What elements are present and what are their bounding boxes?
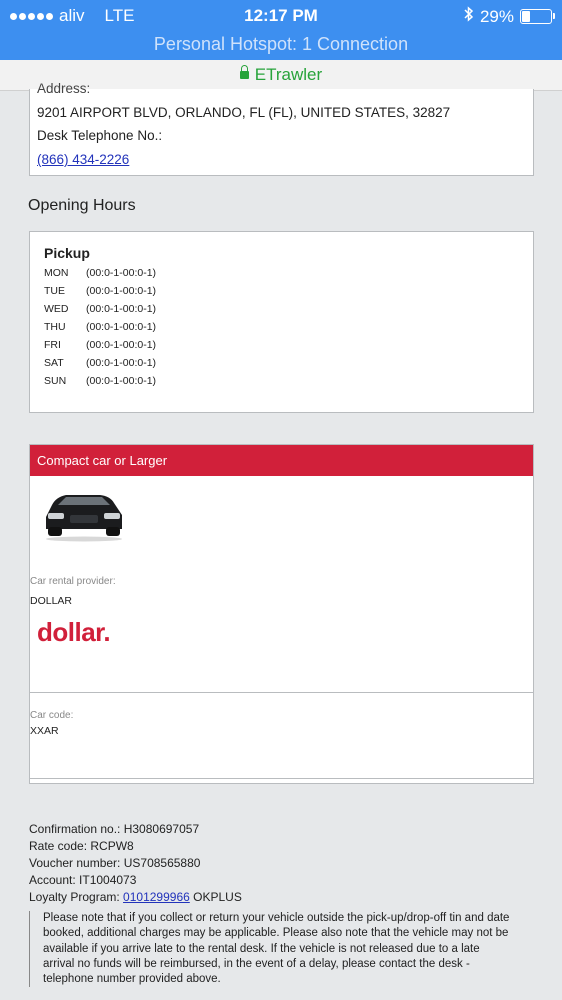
provider-label: Car rental provider: bbox=[30, 576, 116, 587]
phone-label: Desk Telephone No.: bbox=[37, 128, 163, 143]
hours-row: TUE (00:0-1-00:0-1) bbox=[44, 285, 156, 297]
booking-details: Confirmation no.: H3080697057 Rate code:… bbox=[29, 822, 242, 907]
day-label: THU bbox=[44, 321, 66, 333]
address-card: Address: 9201 AIRPORT BLVD, ORLANDO, FL … bbox=[29, 81, 534, 176]
divider bbox=[30, 692, 533, 693]
divider bbox=[30, 778, 533, 779]
car-code-value: XXAR bbox=[30, 725, 59, 737]
hotspot-banner[interactable]: Personal Hotspot: 1 Connection bbox=[0, 34, 562, 55]
hours-value: (00:0-1-00:0-1) bbox=[86, 285, 157, 297]
hours-value: (00:0-1-00:0-1) bbox=[86, 321, 157, 333]
account-number: Account: IT1004073 bbox=[29, 873, 137, 887]
lock-icon bbox=[239, 65, 249, 79]
bluetooth-icon bbox=[464, 6, 474, 27]
loyalty-program: Loyalty Program: 0101299966 OKPLUS bbox=[29, 890, 242, 907]
hours-row: SUN (00:0-1-00:0-1) bbox=[44, 375, 156, 387]
day-label: FRI bbox=[44, 339, 61, 351]
car-class-header: Compact car or Larger bbox=[30, 445, 533, 476]
hours-row: MON (00:0-1-00:0-1) bbox=[44, 267, 156, 279]
voucher-number: Voucher number: US708565880 bbox=[29, 856, 201, 870]
day-label: MON bbox=[44, 267, 69, 279]
car-code-label: Car code: bbox=[30, 710, 74, 721]
hours-value: (00:0-1-00:0-1) bbox=[86, 357, 157, 369]
car-card: Compact car or Larger Car rental provide… bbox=[29, 444, 534, 784]
rate-code: Rate code: RCPW8 bbox=[29, 839, 134, 853]
confirmation-number: Confirmation no.: H3080697057 bbox=[29, 822, 200, 836]
status-bar: aliv LTE 12:17 PM 29% Personal Hotspot: … bbox=[0, 0, 562, 60]
hours-row: WED (00:0-1-00:0-1) bbox=[44, 303, 156, 315]
phone-link[interactable]: (866) 434-2226 bbox=[37, 152, 129, 167]
day-label: WED bbox=[44, 303, 69, 315]
battery-percent: 29% bbox=[479, 6, 514, 26]
hours-value: (00:0-1-00:0-1) bbox=[86, 375, 157, 387]
provider-name: DOLLAR bbox=[30, 595, 73, 607]
hours-row: SAT (00:0-1-00:0-1) bbox=[44, 357, 156, 369]
address-label: Address: bbox=[37, 81, 91, 96]
hours-row: FRI (00:0-1-00:0-1) bbox=[44, 339, 156, 351]
site-name: ETrawler bbox=[254, 65, 323, 84]
hours-row: THU (00:0-1-00:0-1) bbox=[44, 321, 156, 333]
loyalty-suffix: OKPLUS bbox=[189, 890, 242, 904]
dollar-logo: dollar. bbox=[37, 617, 111, 647]
hours-value: (00:0-1-00:0-1) bbox=[86, 339, 157, 351]
loyalty-link[interactable]: 0101299966 bbox=[123, 890, 190, 904]
pickup-heading: Pickup bbox=[44, 245, 90, 261]
day-label: TUE bbox=[44, 285, 65, 297]
hours-value: (00:0-1-00:0-1) bbox=[86, 267, 157, 279]
opening-hours-card: Pickup MON (00:0-1-00:0-1) TUE (00:0-1-00:… bbox=[29, 231, 534, 413]
hours-value: (00:0-1-00:0-1) bbox=[86, 303, 157, 315]
day-label: SAT bbox=[44, 357, 64, 369]
battery-icon bbox=[520, 9, 555, 24]
loyalty-label: Loyalty Program: bbox=[29, 890, 124, 904]
day-label: SUN bbox=[44, 375, 67, 387]
opening-hours-title: Opening Hours bbox=[28, 197, 136, 214]
late-arrival-note: Please note that if you collect or retur… bbox=[29, 911, 513, 988]
address-value: 9201 AIRPORT BLVD, ORLANDO, FL (FL), UNI… bbox=[37, 105, 451, 120]
car-image bbox=[42, 483, 126, 548]
